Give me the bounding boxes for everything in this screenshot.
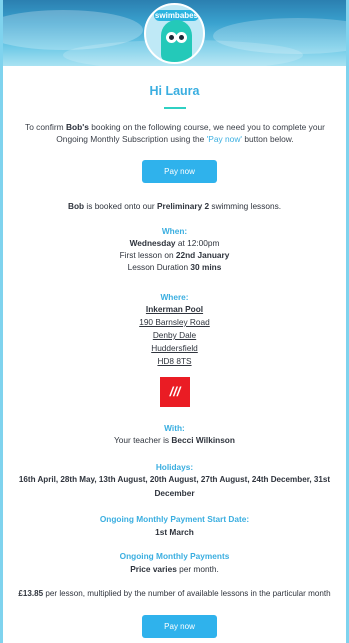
holidays-dates-cont: December <box>154 488 195 498</box>
mascot-eye-icon <box>176 32 187 43</box>
lesson-price: £13.85 <box>18 589 44 598</box>
duration-label: Lesson Duration <box>127 262 191 272</box>
hero-banner: swimbabes <box>3 0 346 66</box>
teacher-prefix: Your teacher is <box>114 435 172 445</box>
lesson-duration: Lesson Duration 30 mins <box>3 261 346 273</box>
per-lesson-price: £13.85 per lesson, multiplied by the num… <box>3 588 346 600</box>
price-suffix: per month. <box>176 564 219 574</box>
teacher-line: Your teacher is Becci Wilkinson <box>3 434 346 446</box>
venue-link[interactable]: Inkerman Pool <box>3 303 346 315</box>
email-body: swimbabes Hi Laura To confirm Bob's book… <box>3 0 346 643</box>
heading-divider <box>164 107 186 109</box>
child-name: Bob <box>67 201 85 211</box>
mascot-logo: swimbabes <box>144 3 205 64</box>
intro-paragraph: To confirm Bob's booking on the followin… <box>19 121 331 145</box>
greeting-heading: Hi Laura <box>149 84 200 98</box>
venue-logo-icon: /// <box>160 377 190 407</box>
duration-value: 30 mins <box>190 262 222 272</box>
address-line-2[interactable]: Denby Dale <box>3 329 346 341</box>
course-name: Preliminary 2 <box>156 201 210 211</box>
intro-text: button below. <box>242 134 294 144</box>
pay-now-button-bottom[interactable]: Pay now <box>142 615 217 638</box>
holidays-dates: 16th April, 28th May, 13th August, 20th … <box>18 475 331 484</box>
first-lesson-date: 22nd January <box>175 250 230 260</box>
where-label: Where: <box>160 292 189 302</box>
address-line-1[interactable]: 190 Barnsley Road <box>3 316 346 328</box>
monthly-price: Price varies per month. <box>3 563 346 575</box>
child-name: Bob's <box>65 122 89 132</box>
address-line-3[interactable]: Huddersfield <box>3 342 346 354</box>
lesson-time: Wednesday at 12:00pm <box>3 237 346 249</box>
mascot-icon <box>161 20 192 62</box>
price-varies: Price varies <box>130 564 177 574</box>
with-label: With: <box>164 423 185 433</box>
booking-summary: Bob is booked onto our Preliminary 2 swi… <box>3 200 346 212</box>
holidays-label: Holidays: <box>155 462 194 472</box>
booking-text: swimming lessons. <box>209 201 282 211</box>
intro-text: To confirm <box>25 122 66 132</box>
start-date-label: Ongoing Monthly Payment Start Date: <box>99 514 250 524</box>
monthly-payments-label: Ongoing Monthly Payments <box>119 551 230 561</box>
lesson-time-text: at 12:00pm <box>175 238 220 248</box>
first-lesson: First lesson on 22nd January <box>3 249 346 261</box>
lesson-price-note: per lesson, multiplied by the number of … <box>43 589 331 598</box>
first-lesson-label: First lesson on <box>119 250 176 260</box>
start-date-value: 1st March <box>155 527 194 537</box>
lesson-day: Wednesday <box>129 238 176 248</box>
address-postcode[interactable]: HD8 8TS <box>3 355 346 367</box>
pay-now-reference: 'Pay now' <box>206 134 242 144</box>
booking-text: is booked onto our <box>84 201 157 211</box>
pay-now-button[interactable]: Pay now <box>142 160 217 183</box>
teacher-name: Becci Wilkinson <box>171 435 235 445</box>
when-label: When: <box>161 226 188 236</box>
